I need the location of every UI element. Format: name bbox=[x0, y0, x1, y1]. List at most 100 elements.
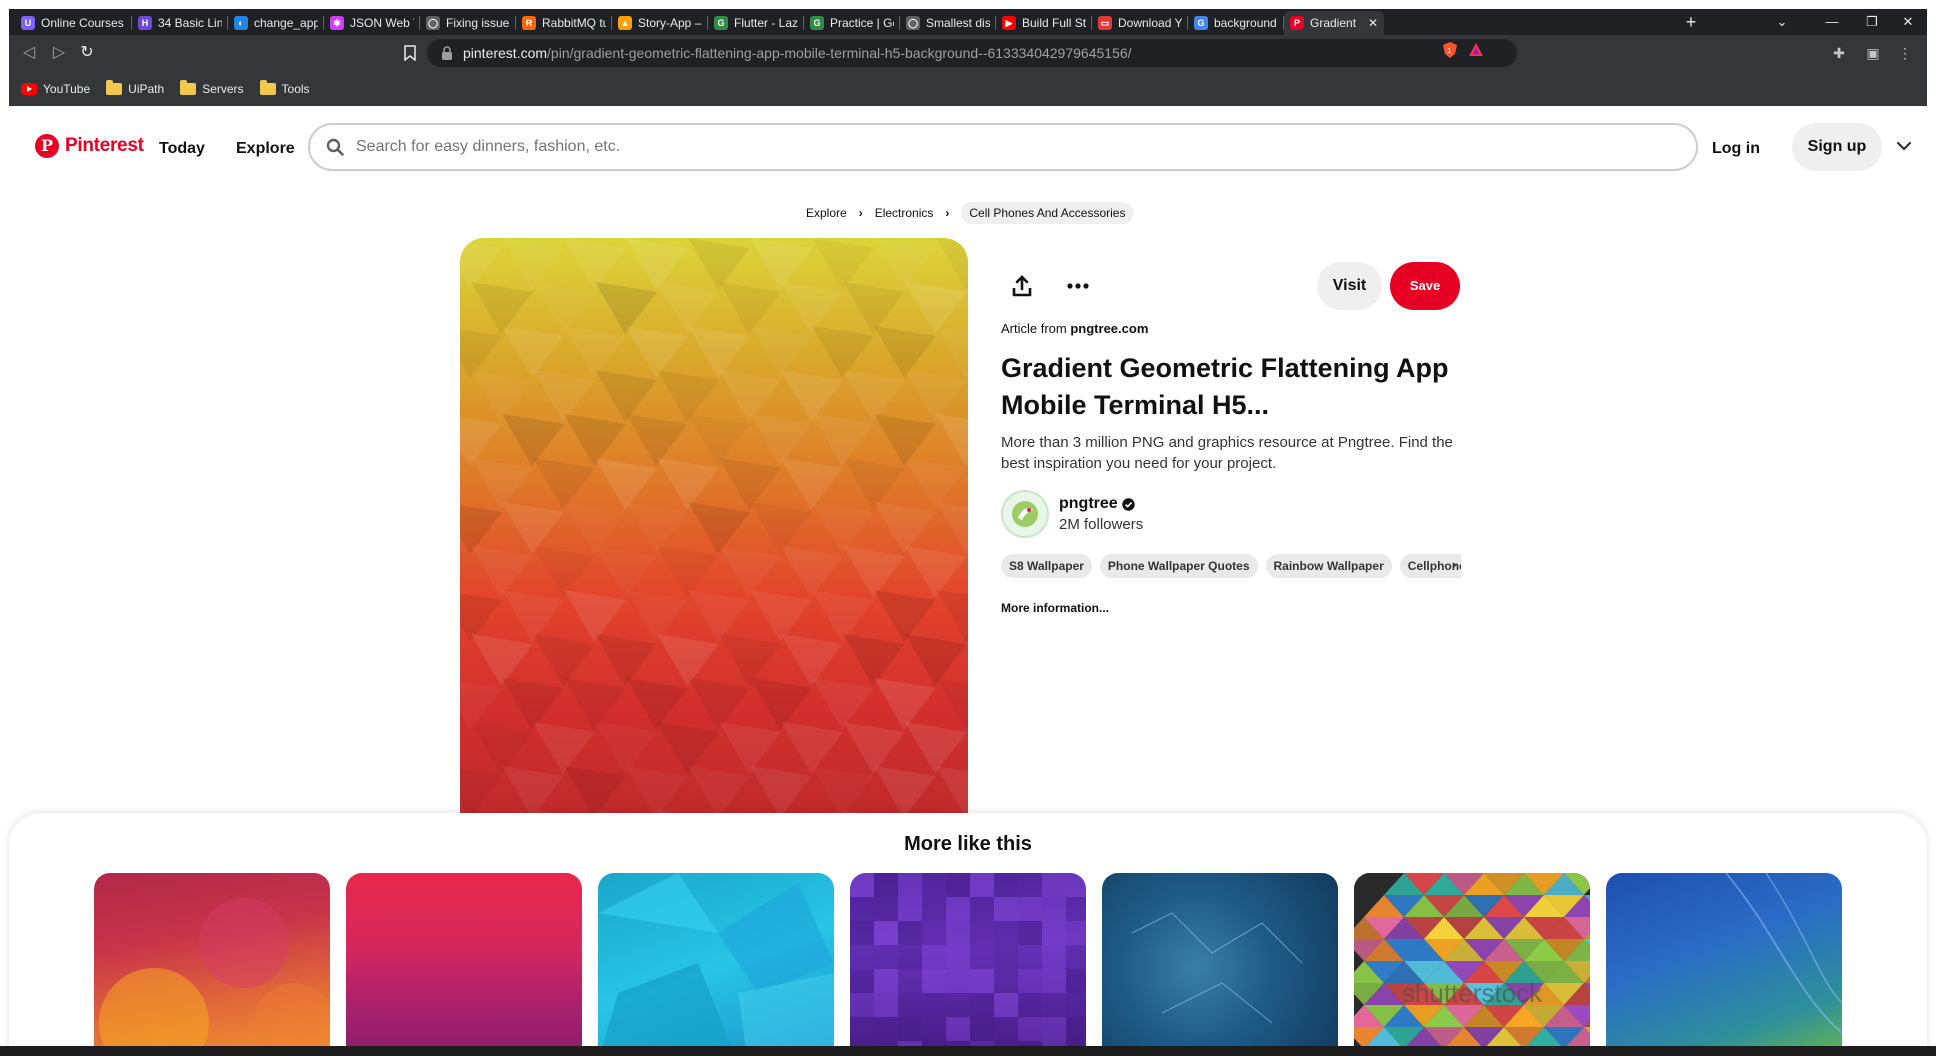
lock-icon bbox=[442, 46, 452, 60]
folder-icon bbox=[180, 79, 197, 95]
bookmark-label: UiPath bbox=[128, 81, 165, 96]
reload-icon[interactable]: ↻ bbox=[75, 41, 99, 65]
nav-today[interactable]: Today bbox=[159, 140, 205, 158]
bookmark-servers[interactable]: Servers bbox=[180, 79, 244, 96]
tag-chip[interactable]: S8 Wallpaper bbox=[1001, 554, 1092, 578]
browser-tab[interactable]: ▭ Download Yout bbox=[1092, 11, 1188, 35]
tab-favicon-icon: H bbox=[138, 16, 152, 30]
tab-favicon-icon: R bbox=[522, 16, 536, 30]
visit-button[interactable]: Visit bbox=[1317, 262, 1382, 310]
pinterest-logo[interactable]: P Pinterest bbox=[35, 134, 144, 158]
more-like-this-panel: More like this shutterstock bbox=[9, 813, 1927, 1056]
related-pin-2[interactable] bbox=[346, 873, 582, 1056]
tab-search-icon[interactable]: ⌄ bbox=[1759, 9, 1805, 35]
search-input[interactable] bbox=[356, 138, 1656, 156]
new-tab-button[interactable]: + bbox=[1679, 11, 1703, 33]
more-options-icon[interactable] bbox=[1064, 272, 1092, 300]
bookmark-icon[interactable] bbox=[404, 45, 416, 61]
tab-favicon-icon: ◯ bbox=[906, 16, 920, 30]
breadcrumb-current[interactable]: Cell Phones And Accessories bbox=[961, 202, 1134, 224]
login-button[interactable]: Log in bbox=[1712, 140, 1760, 158]
close-window-button[interactable]: ✕ bbox=[1885, 9, 1931, 35]
close-tab-icon[interactable]: ✕ bbox=[1368, 16, 1378, 30]
browser-tab[interactable]: U Online Courses bbox=[15, 11, 132, 35]
brave-rewards-icon[interactable] bbox=[1467, 41, 1485, 59]
bookmark-uipath[interactable]: UiPath bbox=[106, 79, 165, 96]
tab-favicon-icon: ▶ bbox=[1002, 16, 1016, 30]
search-bar[interactable] bbox=[308, 123, 1698, 171]
creator-info[interactable]: pngtree 2M followers bbox=[1001, 490, 1143, 538]
bookmark-youtube[interactable]: YouTube bbox=[21, 82, 90, 96]
chevron-down-icon[interactable] bbox=[1894, 136, 1914, 156]
browser-tab[interactable]: Gbackground im bbox=[1188, 11, 1284, 35]
os-taskbar bbox=[0, 1046, 1936, 1056]
url-host: pinterest.com bbox=[463, 45, 548, 61]
related-pin-1[interactable] bbox=[94, 873, 330, 1056]
tab-favicon-icon: G bbox=[810, 16, 824, 30]
creator-name[interactable]: pngtree bbox=[1059, 495, 1118, 513]
tab-title: 34 Basic Linux C bbox=[158, 16, 222, 30]
tag-chip[interactable]: Phone Wallpaper Quotes bbox=[1099, 554, 1258, 578]
tab-title: background im bbox=[1214, 16, 1278, 30]
tab-title: Smallest distinc bbox=[926, 16, 990, 30]
related-pin-3-image bbox=[598, 873, 834, 1056]
tag-list: S8 Wallpaper Phone Wallpaper Quotes Rainbo… bbox=[1001, 554, 1461, 578]
browser-tab[interactable]: ▲ Story-App – Ov bbox=[612, 11, 708, 35]
browser-tab[interactable]: R RabbitMQ tuto bbox=[516, 11, 612, 35]
youtube-icon bbox=[21, 82, 37, 95]
tag-chip[interactable]: Rainbow Wallpaper bbox=[1265, 554, 1392, 578]
bookmarks-bar: YouTube UiPath Servers Tools bbox=[9, 71, 1927, 106]
more-information-link[interactable]: More information... bbox=[1001, 601, 1109, 615]
back-icon[interactable]: ◁ bbox=[17, 41, 41, 65]
article-source-link[interactable]: pngtree.com bbox=[1070, 321, 1148, 336]
tab-title: Online Courses bbox=[41, 16, 124, 30]
chevron-right-icon: › bbox=[858, 206, 863, 220]
browser-tab[interactable]: G Practice | Geeks bbox=[804, 11, 900, 35]
browser-tab[interactable]: ◯ Fixing issues wi bbox=[420, 11, 516, 35]
share-icon[interactable] bbox=[1008, 272, 1036, 300]
tab-title: RabbitMQ tuto bbox=[542, 16, 606, 30]
browser-tab[interactable]: G Flutter - Lazy Lo bbox=[708, 11, 804, 35]
creator-followers: 2M followers bbox=[1059, 516, 1144, 533]
wallet-icon[interactable]: ▣ bbox=[1863, 43, 1883, 63]
pin-title: Gradient Geometric Flattening App Mobile… bbox=[1001, 353, 1449, 420]
browser-tab[interactable]: ▶ Build Full Stack bbox=[996, 11, 1092, 35]
url-path: /pin/gradient-geometric-flattening-app-m… bbox=[547, 45, 1132, 61]
related-pin-3[interactable] bbox=[598, 873, 834, 1056]
breadcrumb-explore[interactable]: Explore bbox=[806, 206, 847, 220]
browser-chrome: U Online Courses H 34 Basic Linux C ◐ change_… bbox=[9, 9, 1927, 106]
related-pin-5-image bbox=[1131, 912, 1303, 1024]
browser-tab[interactable]: ◯ Smallest distinc bbox=[900, 11, 996, 35]
browser-tab[interactable]: P Gradient Ge ✕ bbox=[1284, 11, 1384, 35]
bookmark-label: Tools bbox=[281, 81, 310, 96]
menu-icon[interactable]: ⋮ bbox=[1895, 43, 1915, 63]
related-pin-6[interactable]: shutterstock bbox=[1354, 873, 1590, 1056]
tab-title: change_app_pa bbox=[254, 16, 318, 30]
bookmark-tools[interactable]: Tools bbox=[259, 79, 310, 96]
chevron-right-icon[interactable]: › bbox=[1452, 556, 1457, 572]
breadcrumb-electronics[interactable]: Electronics bbox=[875, 206, 934, 220]
svg-text:1: 1 bbox=[1447, 47, 1451, 55]
related-pin-4[interactable] bbox=[850, 873, 1086, 1056]
save-button[interactable]: Save bbox=[1390, 262, 1460, 310]
pinterest-header: P Pinterest Today Explore Log in Sign up bbox=[9, 106, 1927, 188]
tab-favicon-icon: ▭ bbox=[1098, 16, 1112, 30]
browser-tab[interactable]: ✱ JSON Web Toke bbox=[324, 11, 420, 35]
verified-icon bbox=[1121, 497, 1135, 511]
related-pin-5[interactable] bbox=[1102, 873, 1338, 1056]
forward-icon[interactable]: ▷ bbox=[47, 41, 71, 65]
tab-title: Build Full Stack bbox=[1022, 16, 1086, 30]
related-pin-7[interactable] bbox=[1606, 873, 1842, 1056]
address-bar[interactable]: pinterest.com/pin/gradient-geometric-fla… bbox=[427, 39, 1517, 67]
avatar[interactable] bbox=[1001, 490, 1049, 538]
browser-tab[interactable]: H 34 Basic Linux C bbox=[132, 11, 228, 35]
signup-button[interactable]: Sign up bbox=[1792, 123, 1882, 171]
browser-tab[interactable]: ◐ change_app_pa bbox=[228, 11, 324, 35]
tab-title: JSON Web Toke bbox=[350, 16, 414, 30]
brave-shield-icon[interactable]: 1 bbox=[1441, 41, 1459, 59]
nav-explore[interactable]: Explore bbox=[236, 140, 295, 158]
related-pin-1-image bbox=[99, 898, 330, 1056]
tab-favicon-icon: G bbox=[714, 16, 728, 30]
extensions-icon[interactable]: ✚ bbox=[1829, 43, 1849, 63]
pin-image[interactable] bbox=[460, 238, 968, 813]
